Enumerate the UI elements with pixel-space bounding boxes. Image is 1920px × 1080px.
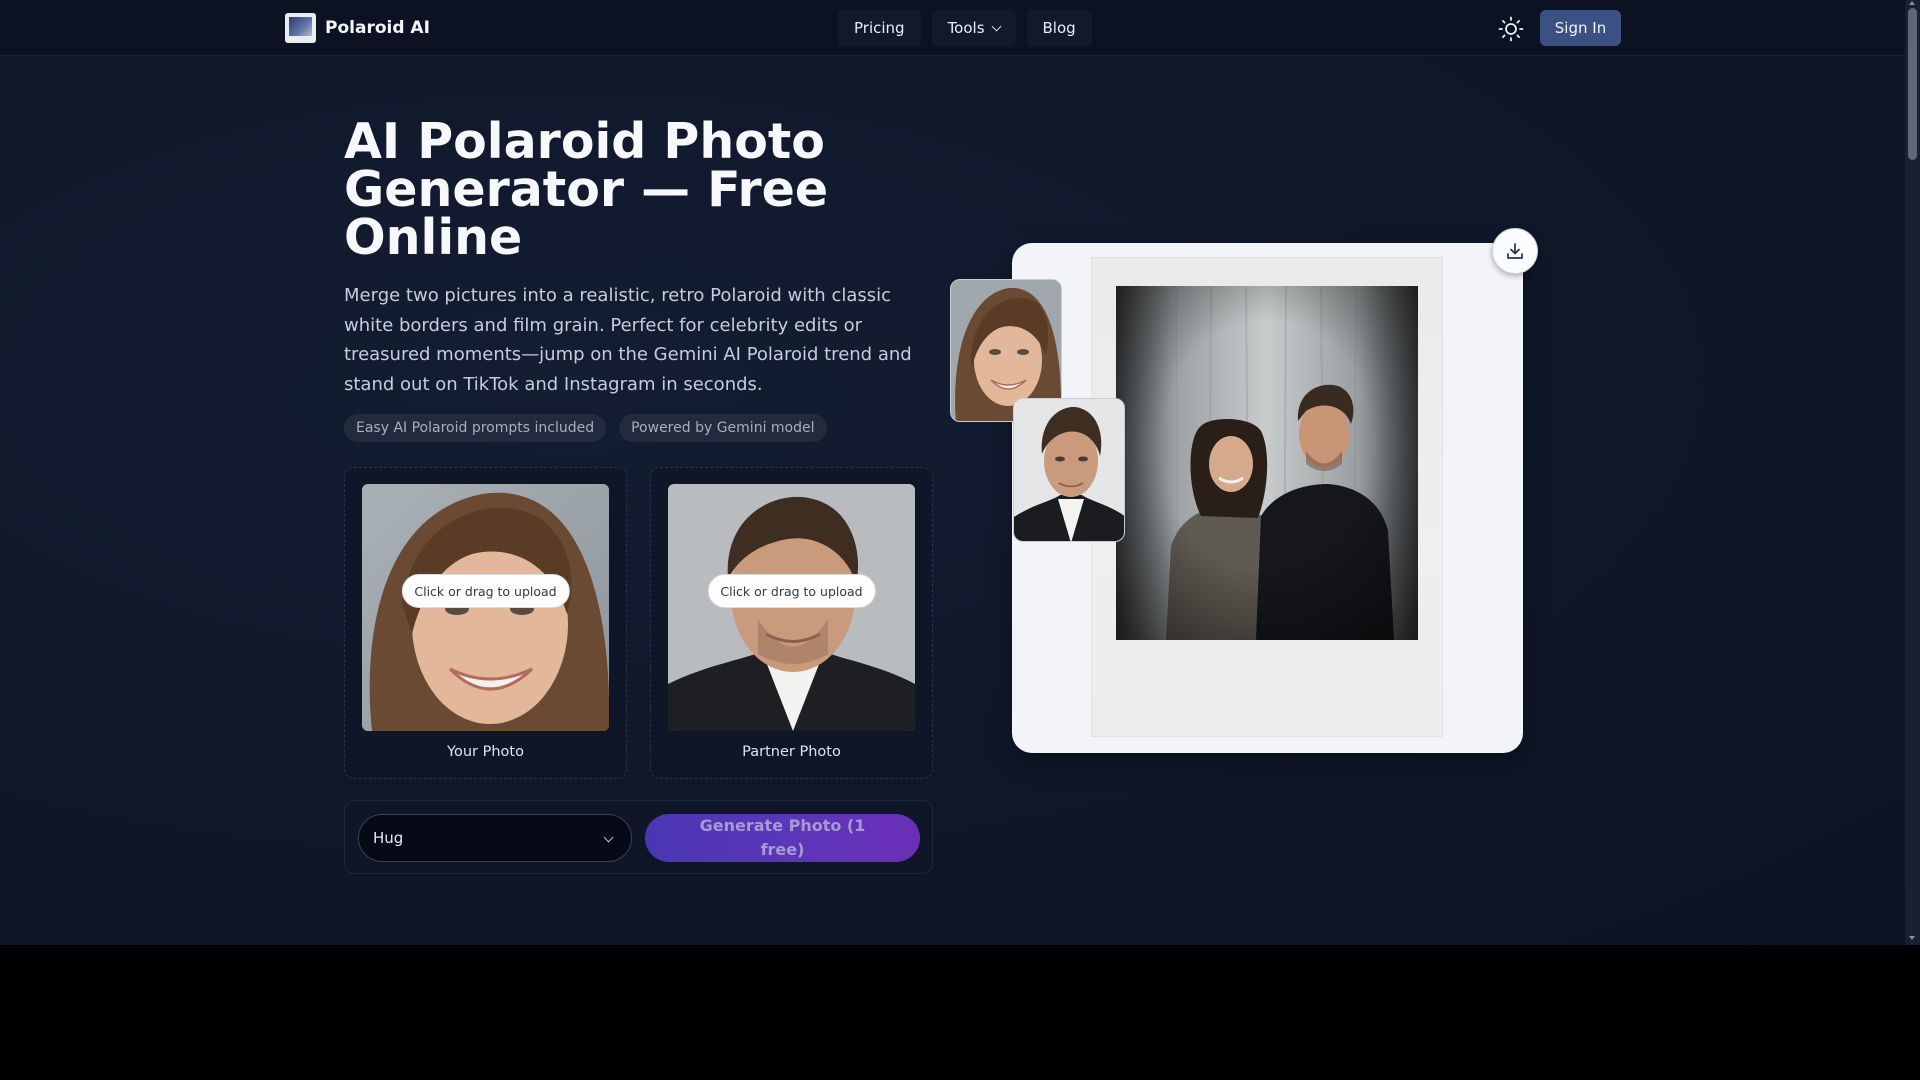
main-nav: Pricing Tools Blog xyxy=(838,9,1092,47)
page-title: AI Polaroid Photo Generator — Free Onlin… xyxy=(344,113,829,266)
polaroid-frame xyxy=(1092,258,1442,736)
scrollbar-thumb[interactable] xyxy=(1908,8,1917,160)
scroll-up-arrow-icon[interactable] xyxy=(1909,1,1915,5)
pose-select[interactable]: Hug xyxy=(358,814,632,862)
theme-toggle-button[interactable] xyxy=(1498,16,1524,42)
generate-photo-button[interactable]: Generate Photo (1 free) xyxy=(645,814,920,862)
top-nav-bar: Polaroid AI Pricing Tools Blog Sign In xyxy=(0,0,1905,56)
upload-label-partner-photo: Partner Photo xyxy=(742,744,841,760)
hero-description: Merge two pictures into a realistic, ret… xyxy=(344,285,912,395)
feature-tags: Easy AI Polaroid prompts included Powere… xyxy=(344,414,827,442)
pose-select-value: Hug xyxy=(373,829,404,847)
nav-tools-label: Tools xyxy=(947,19,985,37)
page-scrollbar[interactable] xyxy=(1905,0,1920,945)
nav-blog[interactable]: Blog xyxy=(1026,9,1092,47)
nav-tools-dropdown[interactable]: Tools xyxy=(931,9,1016,47)
scroll-down-arrow-icon[interactable] xyxy=(1909,936,1915,940)
nav-pricing-label: Pricing xyxy=(854,19,905,37)
sign-in-button[interactable]: Sign In xyxy=(1540,10,1621,46)
nav-blog-label: Blog xyxy=(1042,19,1076,37)
upload-button-partner-photo[interactable]: Click or drag to upload xyxy=(707,574,876,608)
chevron-down-icon xyxy=(991,21,1001,31)
upload-partner-photo[interactable]: Click or drag to upload Partner Photo xyxy=(650,467,933,779)
polaroid-result-image xyxy=(1116,286,1418,640)
upload-label-your-photo: Your Photo xyxy=(447,744,524,760)
polaroid-logo-icon xyxy=(285,13,316,43)
source-thumbnail-partner-photo xyxy=(1013,398,1125,542)
tag-prompts: Easy AI Polaroid prompts included xyxy=(344,414,607,442)
generate-controls: Hug Generate Photo (1 free) xyxy=(344,800,933,874)
chevron-down-icon xyxy=(603,832,614,843)
download-icon xyxy=(1507,243,1523,259)
upload-your-photo[interactable]: Click or drag to upload Your Photo xyxy=(344,467,627,779)
brand-link[interactable]: Polaroid AI xyxy=(285,13,430,43)
nav-pricing[interactable]: Pricing xyxy=(838,9,921,47)
tag-gemini: Powered by Gemini model xyxy=(619,414,827,442)
download-button[interactable] xyxy=(1492,228,1538,274)
brand-name: Polaroid AI xyxy=(325,18,430,38)
sun-icon xyxy=(1498,16,1524,42)
upload-button-your-photo[interactable]: Click or drag to upload xyxy=(401,574,570,608)
page: Polaroid AI Pricing Tools Blog Sign In A… xyxy=(0,0,1905,945)
